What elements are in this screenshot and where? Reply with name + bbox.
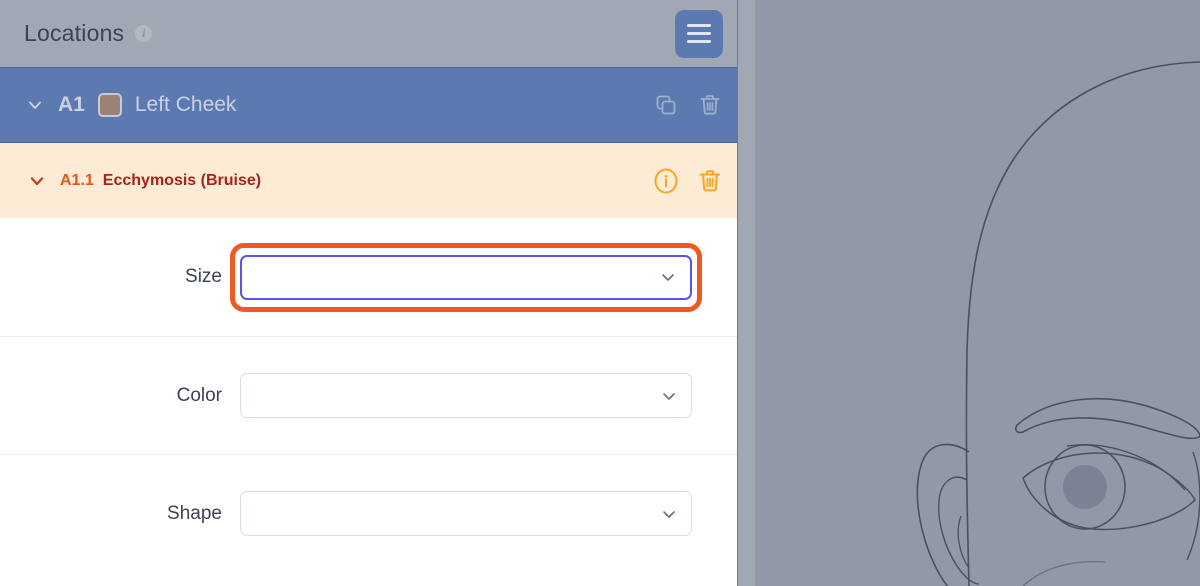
page-title: Locations <box>24 20 125 46</box>
injury-info-button[interactable] <box>653 168 679 194</box>
color-select-wrapper <box>240 373 692 418</box>
location-code: A1 <box>58 93 85 116</box>
field-row-size: Size <box>0 218 737 336</box>
chevron-down-icon <box>663 510 675 518</box>
field-row-shape: Shape <box>0 454 737 572</box>
location-row-actions <box>653 92 723 118</box>
trash-icon <box>700 95 720 115</box>
size-select-wrapper <box>230 242 702 312</box>
hamburger-menu-icon-line-1 <box>687 24 711 27</box>
size-label: Size <box>185 266 222 287</box>
locations-panel: Locations A1 Left Cheek <box>0 0 738 586</box>
info-circle-icon[interactable] <box>135 24 153 42</box>
delete-location-button[interactable] <box>697 92 723 118</box>
duplicate-location-button[interactable] <box>653 92 679 118</box>
color-label: Color <box>176 384 222 406</box>
info-circle-outline-icon <box>654 168 678 193</box>
shape-select[interactable] <box>240 491 692 536</box>
chevron-down-icon <box>662 274 674 281</box>
location-color-swatch <box>97 93 122 117</box>
trash-icon <box>699 169 721 191</box>
shape-select-wrapper <box>240 491 692 536</box>
hamburger-menu-icon-line-3 <box>687 40 711 43</box>
size-select[interactable] <box>240 254 692 300</box>
chevron-down-icon <box>663 392 675 400</box>
location-name: Left Cheek <box>134 93 237 116</box>
body-diagram-canvas[interactable] <box>755 0 1200 586</box>
injury-row-actions <box>653 168 723 194</box>
panel-header: Locations <box>0 0 737 67</box>
color-select[interactable] <box>240 373 692 418</box>
hamburger-menu-icon-line-2 <box>687 32 711 35</box>
injury-name: Ecchymosis (Bruise) <box>102 171 262 189</box>
injury-row-a1-1[interactable]: A1.1 Ecchymosis (Bruise) <box>0 143 737 218</box>
face-diagram-svg <box>916 61 1200 586</box>
chevron-down-icon[interactable] <box>28 172 46 190</box>
injury-code: A1.1 <box>60 171 94 189</box>
location-row-a1[interactable]: A1 Left Cheek <box>0 67 737 143</box>
hamburger-menu-button[interactable] <box>675 9 723 58</box>
app-root: Locations A1 Left Cheek <box>0 0 1200 586</box>
shape-label: Shape <box>167 502 222 524</box>
chevron-down-icon[interactable] <box>26 96 44 114</box>
delete-injury-button[interactable] <box>697 168 723 194</box>
copy-icon <box>656 95 676 115</box>
panel-vertical-scrollbar[interactable] <box>738 0 755 586</box>
field-row-color: Color <box>0 336 737 454</box>
